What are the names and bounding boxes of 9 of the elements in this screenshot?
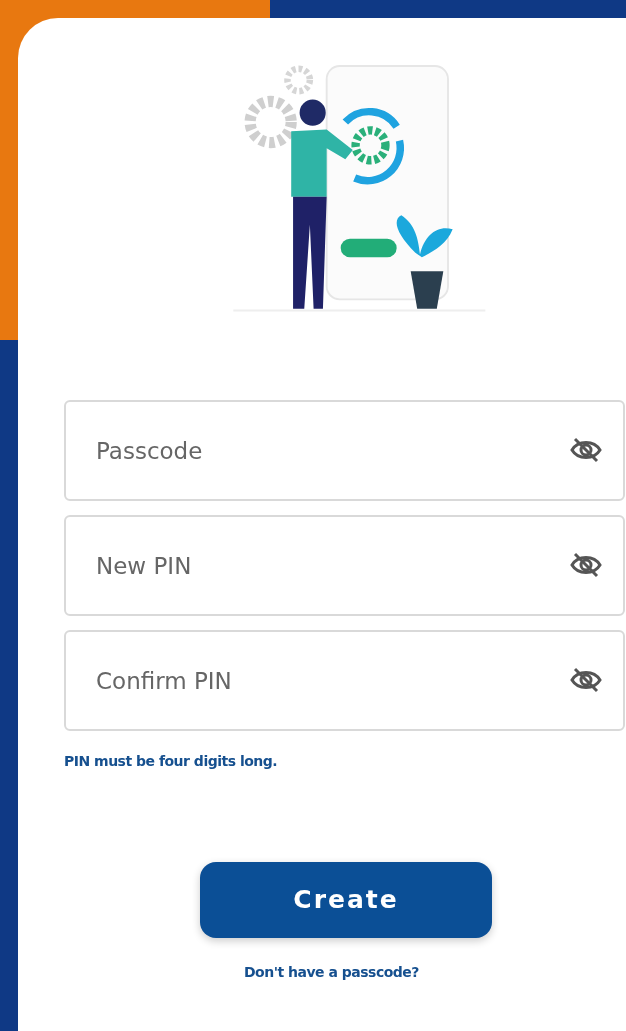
eye-slash-icon[interactable] xyxy=(569,436,603,464)
password-field[interactable]: Passcode xyxy=(64,400,625,501)
create-button[interactable]: Create xyxy=(200,862,492,938)
eye-slash-icon[interactable] xyxy=(569,551,603,579)
password-field[interactable]: New PIN xyxy=(64,515,625,616)
no-passcode-link[interactable]: Don't have a passcode? xyxy=(244,962,626,983)
hint-text: PIN must be four digits long. xyxy=(64,752,279,771)
password-field[interactable]: Confirm PIN xyxy=(64,630,625,731)
eye-slash-icon[interactable] xyxy=(569,666,603,694)
